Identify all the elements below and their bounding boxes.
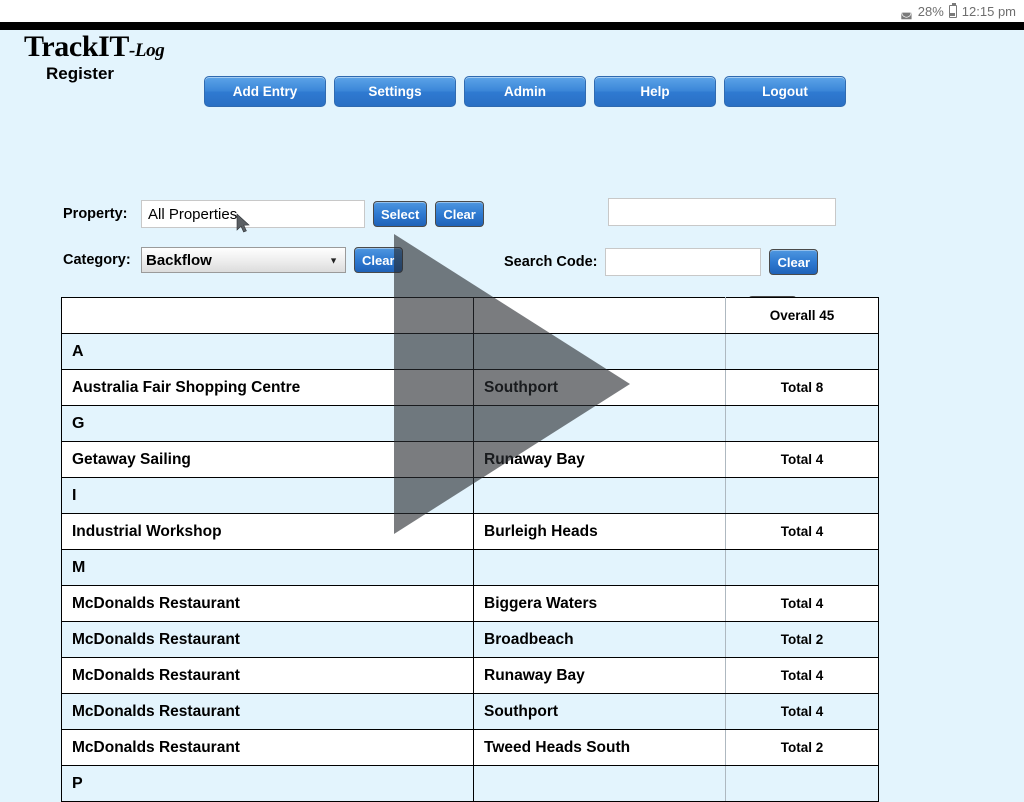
suburb-cell: Broadbeach bbox=[473, 621, 726, 658]
status-bar: ◛ 28% 12:15 pm bbox=[0, 0, 1024, 22]
table-letter-row: G bbox=[61, 405, 879, 442]
table-row[interactable]: Industrial Workshop Burleigh Heads Total 4 bbox=[61, 513, 879, 550]
property-row: Property: Select Clear bbox=[63, 200, 484, 228]
search-code-input[interactable] bbox=[605, 248, 762, 276]
table-row[interactable]: McDonalds Restaurant Tweed Heads South Tot… bbox=[61, 729, 879, 766]
total-count-cell: Total 2 bbox=[725, 729, 879, 766]
register-table: Overall 45 A Australia Fair Shopping Centr… bbox=[61, 297, 879, 802]
clock-label: 12:15 pm bbox=[961, 3, 1016, 19]
letter-group-label: G bbox=[61, 405, 474, 442]
nav-help[interactable]: Help bbox=[594, 76, 716, 107]
table-row[interactable]: McDonalds Restaurant Broadbeach Total 2 bbox=[61, 621, 879, 658]
category-label: Category: bbox=[63, 252, 131, 268]
battery-icon bbox=[948, 2, 957, 18]
category-select[interactable]: Backflow bbox=[141, 247, 346, 273]
brand-suffix-text: -Log bbox=[128, 40, 165, 61]
suburb-cell: Southport bbox=[473, 693, 726, 730]
search-code-clear-button[interactable]: Clear bbox=[769, 249, 819, 275]
property-name-cell: McDonalds Restaurant bbox=[61, 585, 474, 622]
suburb-cell bbox=[473, 405, 726, 442]
table-row[interactable]: McDonalds Restaurant Runaway Bay Total 4 bbox=[61, 657, 879, 694]
property-name-cell bbox=[61, 297, 474, 334]
suburb-cell: Runaway Bay bbox=[473, 441, 726, 478]
total-count-cell: Total 4 bbox=[725, 441, 879, 478]
register-table-body: Overall 45 A Australia Fair Shopping Centr… bbox=[61, 297, 879, 802]
total-count-cell bbox=[725, 405, 879, 442]
nav-add-entry[interactable]: Add Entry bbox=[204, 76, 326, 107]
table-row[interactable]: Getaway Sailing Runaway Bay Total 4 bbox=[61, 441, 879, 478]
suburb-cell: Tweed Heads South bbox=[473, 729, 726, 766]
category-clear-button[interactable]: Clear bbox=[354, 247, 403, 273]
property-name-cell: Australia Fair Shopping Centre bbox=[61, 369, 474, 406]
total-count-cell: Total 4 bbox=[725, 513, 879, 550]
search-code-row: Search Code: Clear bbox=[504, 248, 819, 276]
table-letter-row: M bbox=[61, 549, 879, 586]
black-divider-bar bbox=[0, 22, 1024, 30]
search-code-label: Search Code: bbox=[504, 254, 598, 270]
app-logo: TrackIT-Log bbox=[24, 32, 204, 62]
suburb-cell bbox=[473, 549, 726, 586]
total-count-cell: Total 8 bbox=[725, 369, 879, 406]
property-clear-button[interactable]: Clear bbox=[435, 201, 484, 227]
property-select-button[interactable]: Select bbox=[373, 201, 428, 227]
nav-admin[interactable]: Admin bbox=[464, 76, 586, 107]
suburb-cell: Runaway Bay bbox=[473, 657, 726, 694]
letter-group-label: A bbox=[61, 333, 474, 370]
battery-percent-label: 28% bbox=[917, 3, 944, 19]
table-letter-row: P bbox=[61, 765, 879, 802]
app-header: TrackIT-Log Register Add Entry Settings … bbox=[0, 30, 1024, 107]
total-count-cell: Total 2 bbox=[725, 621, 879, 658]
suburb-cell: Biggera Waters bbox=[473, 585, 726, 622]
total-count-cell: Total 4 bbox=[725, 585, 879, 622]
property-name-cell: McDonalds Restaurant bbox=[61, 729, 474, 766]
nav-settings[interactable]: Settings bbox=[334, 76, 456, 107]
table-row[interactable]: McDonalds Restaurant Southport Total 4 bbox=[61, 693, 879, 730]
property-input[interactable] bbox=[141, 200, 365, 228]
total-count-cell bbox=[725, 765, 879, 802]
total-count-cell: Total 4 bbox=[725, 657, 879, 694]
page-title: Register bbox=[46, 64, 115, 83]
total-count-cell: Total 4 bbox=[725, 693, 879, 730]
property-name-cell: McDonalds Restaurant bbox=[61, 621, 474, 658]
table-row[interactable]: Australia Fair Shopping Centre Southport T… bbox=[61, 369, 879, 406]
top-right-input[interactable] bbox=[608, 198, 836, 226]
letter-group-label: I bbox=[61, 477, 474, 514]
property-name-cell: McDonalds Restaurant bbox=[61, 693, 474, 730]
suburb-cell: Burleigh Heads bbox=[473, 513, 726, 550]
suburb-cell bbox=[473, 333, 726, 370]
letter-group-label: P bbox=[61, 765, 474, 802]
total-count-cell bbox=[725, 333, 879, 370]
table-row[interactable]: McDonalds Restaurant Biggera Waters Total … bbox=[61, 585, 879, 622]
brand-block: TrackIT-Log Register bbox=[24, 32, 204, 84]
property-name-cell: McDonalds Restaurant bbox=[61, 657, 474, 694]
suburb-cell: Southport bbox=[473, 369, 726, 406]
brand-main-text: TrackIT bbox=[24, 30, 129, 63]
letter-group-label: M bbox=[61, 549, 474, 586]
total-count-cell bbox=[725, 477, 879, 514]
wifi-icon: ◛ bbox=[900, 3, 913, 19]
property-label: Property: bbox=[63, 206, 128, 222]
property-name-cell: Getaway Sailing bbox=[61, 441, 474, 478]
table-letter-row: A bbox=[61, 333, 879, 370]
table-header-row: Overall 45 bbox=[61, 297, 879, 334]
suburb-cell bbox=[473, 297, 726, 334]
property-name-cell: Industrial Workshop bbox=[61, 513, 474, 550]
suburb-cell bbox=[473, 477, 726, 514]
category-row: Category: Backflow ▼ Clear bbox=[63, 247, 403, 273]
table-letter-row: I bbox=[61, 477, 879, 514]
overall-count-cell: Overall 45 bbox=[725, 297, 879, 334]
suburb-cell bbox=[473, 765, 726, 802]
total-count-cell bbox=[725, 549, 879, 586]
main-navigation: Add Entry Settings Admin Help Logout bbox=[204, 76, 846, 107]
nav-logout[interactable]: Logout bbox=[724, 76, 846, 107]
